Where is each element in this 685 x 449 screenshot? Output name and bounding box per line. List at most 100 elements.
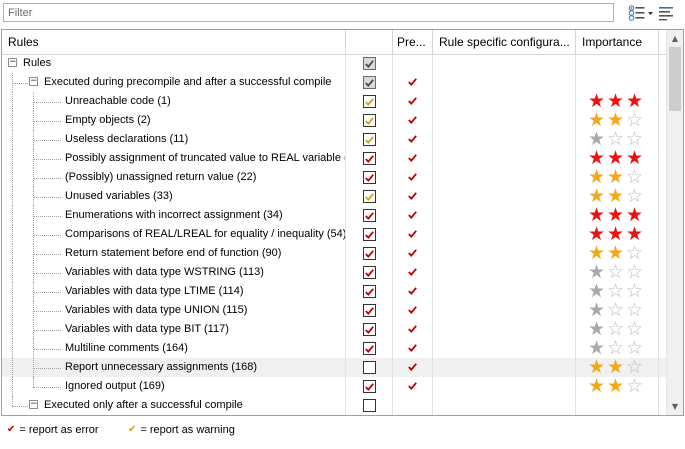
rule-config-cell[interactable] (433, 206, 576, 225)
precompile-cell[interactable] (393, 54, 433, 73)
precompile-cell[interactable] (393, 244, 433, 263)
precompile-cell[interactable] (393, 301, 433, 320)
rule-row[interactable]: Report unnecessary assignments (168) ★ ★ ☆ (2, 358, 667, 377)
rule-config-cell[interactable] (433, 339, 576, 358)
column-header-importance[interactable]: Importance (576, 30, 659, 54)
filter-input[interactable] (3, 3, 614, 22)
rule-active-checkbox[interactable] (362, 285, 376, 298)
rule-config-cell[interactable] (433, 358, 576, 377)
column-header-active[interactable] (346, 30, 393, 54)
sort-button[interactable] (658, 5, 676, 21)
rule-config-cell[interactable] (433, 396, 576, 415)
precompile-cell[interactable] (393, 339, 433, 358)
collapse-toggle-icon[interactable]: − (29, 400, 38, 409)
column-header-precompile[interactable]: Pre... (393, 30, 433, 54)
precompile-cell[interactable] (393, 358, 433, 377)
precompile-cell[interactable] (393, 282, 433, 301)
rule-row[interactable]: Useless declarations (11) ★ ☆ ☆ (2, 130, 667, 149)
rule-row[interactable]: − Executed only after a successful compil… (2, 396, 667, 415)
rule-row[interactable]: Variables with data type LTIME (114) ★ ☆ ☆ (2, 282, 667, 301)
rule-config-cell[interactable] (433, 244, 576, 263)
rule-active-checkbox[interactable] (362, 152, 376, 165)
rule-config-cell[interactable] (433, 282, 576, 301)
rule-active-checkbox[interactable] (362, 380, 376, 393)
precompile-cell[interactable] (393, 206, 433, 225)
rule-config-cell[interactable] (433, 149, 576, 168)
precompile-cell[interactable] (393, 168, 433, 187)
rule-row[interactable]: Variables with data type WSTRING (113) ★ ☆… (2, 263, 667, 282)
rule-config-cell[interactable] (433, 187, 576, 206)
rule-active-checkbox[interactable] (362, 133, 376, 146)
rule-config-cell[interactable] (433, 168, 576, 187)
rule-row[interactable]: Variables with data type UNION (115) ★ ☆ ☆ (2, 301, 667, 320)
rule-active-checkbox[interactable] (362, 114, 376, 127)
precompile-cell[interactable] (393, 149, 433, 168)
rule-row[interactable]: Unused variables (33) ★ ★ ☆ (2, 187, 667, 206)
rule-row[interactable]: Multiline comments (164) ★ ☆ ☆ (2, 339, 667, 358)
rule-config-cell[interactable] (433, 225, 576, 244)
rule-active-checkbox[interactable] (362, 76, 376, 89)
precompile-cell[interactable] (393, 73, 433, 92)
rule-row[interactable]: − Executed during precompile and after a … (2, 73, 667, 92)
collapse-toggle-icon[interactable]: − (29, 77, 38, 86)
rule-row[interactable]: Unreachable code (1) ★ ★ ★ (2, 92, 667, 111)
rule-active-checkbox[interactable] (362, 266, 376, 279)
scroll-down-arrow-icon[interactable]: ▼ (667, 398, 683, 415)
precompile-cell[interactable] (393, 320, 433, 339)
rule-row[interactable]: Enumerations with incorrect assignment (… (2, 206, 667, 225)
rule-active-checkbox[interactable] (362, 342, 376, 355)
vertical-scrollbar[interactable]: ▲ ▼ (666, 30, 683, 415)
rule-config-cell[interactable] (433, 263, 576, 282)
rule-active-checkbox[interactable] (362, 304, 376, 317)
rule-row[interactable]: (Possibly) unassigned return value (22) ★… (2, 168, 667, 187)
importance-cell[interactable] (576, 54, 659, 73)
star-filled-icon[interactable]: ★ (606, 377, 625, 396)
rule-config-cell[interactable] (433, 130, 576, 149)
rule-config-cell[interactable] (433, 377, 576, 396)
precompile-cell[interactable] (393, 130, 433, 149)
rule-config-cell[interactable] (433, 73, 576, 92)
rule-config-cell[interactable] (433, 54, 576, 73)
rule-row[interactable]: Possibly assignment of truncated value t… (2, 149, 667, 168)
star-empty-icon[interactable]: ☆ (625, 377, 644, 396)
rule-row[interactable]: Variables with data type BIT (117) ★ ☆ ☆ (2, 320, 667, 339)
precompile-cell[interactable] (393, 377, 433, 396)
precompile-cell[interactable] (393, 225, 433, 244)
rule-active-checkbox[interactable] (362, 57, 376, 70)
importance-cell[interactable] (576, 396, 659, 415)
rule-active-checkbox[interactable] (362, 247, 376, 260)
star-filled-icon[interactable]: ★ (587, 377, 606, 396)
precompile-cell[interactable] (393, 263, 433, 282)
rule-row[interactable]: Return statement before end of function … (2, 244, 667, 263)
precompile-cell[interactable] (393, 92, 433, 111)
view-options-button[interactable] (628, 5, 654, 21)
rule-label: (Possibly) unassigned return value (22) (65, 171, 257, 183)
rule-active-cell (346, 320, 393, 339)
rule-active-checkbox[interactable] (362, 228, 376, 241)
rule-row[interactable]: Ignored output (169) ★ ★ ☆ (2, 377, 667, 396)
rule-active-checkbox[interactable] (362, 209, 376, 222)
rule-config-cell[interactable] (433, 92, 576, 111)
column-header-rules[interactable]: Rules (2, 30, 346, 54)
rule-active-checkbox[interactable] (362, 361, 376, 374)
column-header-config[interactable]: Rule specific configura... (433, 30, 576, 54)
precompile-cell[interactable] (393, 187, 433, 206)
collapse-toggle-icon[interactable]: − (8, 58, 17, 67)
rule-active-checkbox[interactable] (362, 323, 376, 336)
rule-config-cell[interactable] (433, 301, 576, 320)
importance-cell[interactable]: ★ ★ ☆ (576, 377, 659, 396)
rule-active-checkbox[interactable] (362, 95, 376, 108)
precompile-cell[interactable] (393, 111, 433, 130)
rule-row[interactable]: − Rules (2, 54, 667, 73)
tree-line (12, 282, 13, 301)
rule-active-checkbox[interactable] (362, 399, 376, 412)
rule-row[interactable]: Empty objects (2) ★ ★ ☆ (2, 111, 667, 130)
precompile-cell[interactable] (393, 396, 433, 415)
scroll-thumb[interactable] (669, 47, 681, 111)
rule-config-cell[interactable] (433, 320, 576, 339)
rule-active-checkbox[interactable] (362, 190, 376, 203)
scroll-up-arrow-icon[interactable]: ▲ (667, 30, 683, 47)
rule-active-checkbox[interactable] (362, 171, 376, 184)
rule-config-cell[interactable] (433, 111, 576, 130)
rule-row[interactable]: Comparisons of REAL/LREAL for equality /… (2, 225, 667, 244)
